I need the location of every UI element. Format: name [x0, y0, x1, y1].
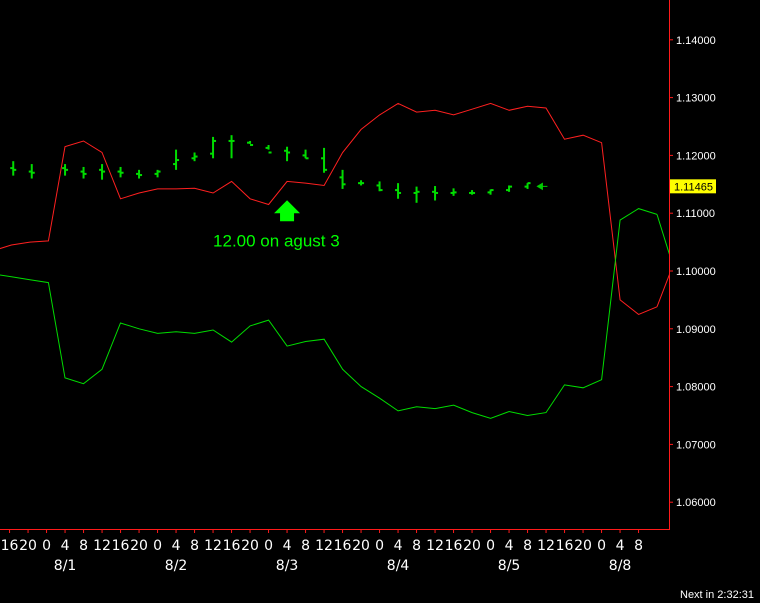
price-bar[interactable] — [265, 144, 272, 154]
price-chart[interactable]: 12.00 on agust 3 1.14000 1.13000 1.12000 1.1… — [0, 0, 760, 603]
y-tick-label: 1.09000 — [676, 324, 716, 336]
x-hour-label: 0 — [486, 538, 495, 554]
price-bar[interactable] — [80, 166, 87, 179]
current-price-badge: 1.11465 — [670, 179, 716, 194]
x-hour-label: 4 — [394, 538, 403, 554]
x-date-label: 8/3 — [276, 558, 299, 574]
x-hour-label: 12 — [537, 538, 555, 554]
upper-band-line — [0, 102, 658, 315]
y-tick-label: 1.12000 — [676, 150, 716, 162]
x-date-label: 8/1 — [54, 558, 77, 574]
plot-area: 12.00 on agust 3 — [0, 102, 669, 419]
x-hour-label: 8 — [523, 538, 532, 554]
x-hour-label: 20 — [463, 538, 481, 554]
x-hour-label: 8 — [634, 538, 643, 554]
x-hour-label: 16 — [223, 538, 241, 554]
x-hour-label: 12 — [315, 538, 333, 554]
x-hour-label: 0 — [42, 538, 51, 554]
price-bar[interactable] — [358, 180, 365, 186]
x-hour-label: 20 — [574, 538, 592, 554]
x-hour-label: 16 — [334, 538, 352, 554]
price-bar[interactable] — [210, 136, 217, 159]
x-hour-label: 4 — [505, 538, 514, 554]
x-hour-label: 16 — [112, 538, 130, 554]
x-hour-label: 4 — [616, 538, 625, 554]
buy-arrow-icon — [274, 200, 301, 222]
price-bar[interactable] — [469, 190, 476, 195]
x-hour-label: 12 — [93, 538, 111, 554]
x-hour-label: 20 — [130, 538, 148, 554]
svg-text:1.11465: 1.11465 — [674, 181, 713, 193]
x-hour-label: 12 — [426, 538, 444, 554]
price-bar[interactable] — [321, 147, 328, 173]
current-price-arrow-icon — [536, 182, 548, 191]
y-tick-label: 1.07000 — [676, 439, 716, 451]
price-bar[interactable] — [228, 135, 235, 159]
price-bar[interactable] — [506, 185, 513, 192]
price-bar[interactable] — [247, 140, 254, 146]
price-bar[interactable] — [62, 164, 69, 176]
price-bar[interactable] — [450, 188, 457, 196]
price-bar[interactable] — [302, 149, 309, 160]
price-bar[interactable] — [413, 186, 420, 203]
x-hour-label: 20 — [352, 538, 370, 554]
x-hour-label: 12 — [204, 538, 222, 554]
price-bar[interactable] — [136, 169, 143, 179]
x-date-label: 8/8 — [609, 558, 632, 574]
x-date-label: 8/4 — [387, 558, 410, 574]
price-bar[interactable] — [339, 169, 346, 189]
x-date-label: 8/2 — [165, 558, 188, 574]
price-bar[interactable] — [117, 166, 124, 178]
x-hour-label: 20 — [241, 538, 259, 554]
x-hour-label: 0 — [375, 538, 384, 554]
price-bar[interactable] — [99, 164, 106, 180]
price-bar[interactable] — [284, 146, 291, 162]
y-tick-label: 1.14000 — [676, 35, 716, 47]
x-hour-label: 0 — [153, 538, 162, 554]
annotation-label: 12.00 on agust 3 — [213, 231, 340, 250]
x-hour-label: 16 — [1, 538, 19, 554]
x-date-label: 8/5 — [498, 558, 521, 574]
y-tick-label: 1.08000 — [676, 382, 716, 394]
x-hour-label: 4 — [172, 538, 181, 554]
x-hour-label: 8 — [190, 538, 199, 554]
x-hour-label: 8 — [79, 538, 88, 554]
x-hour-label: 4 — [61, 538, 70, 554]
price-bar[interactable] — [376, 181, 383, 192]
x-hour-label: 4 — [283, 538, 292, 554]
x-hour-label: 16 — [556, 538, 574, 554]
x-hour-label: 8 — [412, 538, 421, 554]
price-bar[interactable] — [191, 152, 198, 162]
y-tick-label: 1.10000 — [676, 266, 716, 278]
price-bar[interactable] — [173, 149, 180, 170]
x-hour-label: 8 — [301, 538, 310, 554]
price-bar[interactable] — [524, 182, 531, 189]
x-hour-label: 20 — [19, 538, 37, 554]
price-bar[interactable] — [395, 183, 402, 199]
y-tick-label: 1.13000 — [676, 93, 716, 105]
price-bar[interactable] — [487, 189, 494, 195]
x-hour-label: 16 — [445, 538, 463, 554]
price-bar[interactable] — [154, 169, 161, 178]
y-tick-label: 1.06000 — [676, 497, 716, 509]
next-bar-countdown: Next in 2:32:31 — [680, 589, 754, 601]
y-tick-label: 1.11000 — [676, 208, 715, 220]
x-hour-label: 0 — [597, 538, 606, 554]
price-bar[interactable] — [28, 164, 35, 179]
price-bar[interactable] — [10, 161, 17, 176]
price-bar[interactable] — [432, 186, 439, 201]
x-hour-label: 0 — [264, 538, 273, 554]
